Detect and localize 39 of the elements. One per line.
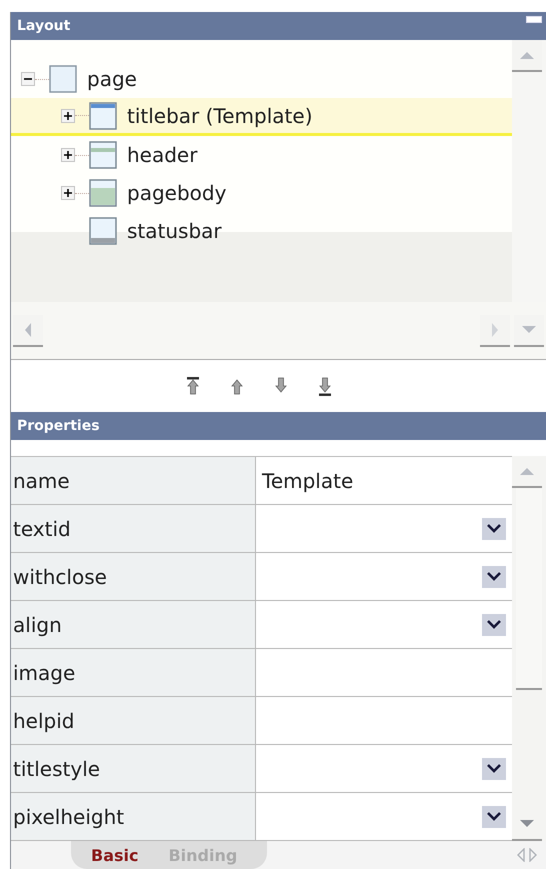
caret-icon <box>482 518 506 540</box>
tree-item[interactable]: pagebody <box>127 181 226 205</box>
move-bottom-icon[interactable] <box>318 376 332 396</box>
move-up-icon[interactable] <box>230 376 244 396</box>
property-name: image <box>11 649 256 697</box>
property-name: align <box>11 601 256 649</box>
window-icon <box>89 217 117 245</box>
window-icon <box>89 141 117 169</box>
caret-icon <box>482 614 506 636</box>
property-name: helpid <box>11 697 256 745</box>
move-down-icon[interactable] <box>274 376 288 396</box>
horizontal-scrollbar[interactable] <box>11 302 512 360</box>
property-name: name <box>11 457 256 505</box>
property-name: pixelheight <box>11 793 256 841</box>
caret-icon <box>482 566 506 588</box>
caret-icon <box>482 758 506 780</box>
vertical-scrollbar[interactable] <box>512 40 546 302</box>
vertical-scrollbar[interactable] <box>512 456 546 841</box>
expand-icon[interactable] <box>61 148 75 162</box>
tree-item[interactable]: page <box>87 67 137 91</box>
panel-title: Layout <box>17 18 70 34</box>
expand-icon[interactable] <box>61 186 75 200</box>
property-name: withclose <box>11 553 256 601</box>
expand-icon[interactable] <box>61 108 75 122</box>
collapse-icon[interactable] <box>21 72 35 86</box>
tree-item[interactable]: statusbar <box>127 219 222 243</box>
property-name: titlestyle <box>11 745 256 793</box>
page-icon <box>49 65 77 93</box>
move-top-icon[interactable] <box>186 376 200 396</box>
tab-scroll-icon[interactable] <box>516 848 538 862</box>
tree-item[interactable]: header <box>127 143 198 167</box>
tab[interactable]: Basic <box>91 846 138 864</box>
panel-title: Properties <box>17 418 100 434</box>
window-icon <box>89 179 117 207</box>
caret-icon <box>482 806 506 828</box>
window-icon <box>89 102 117 130</box>
minimize-icon[interactable] <box>526 16 542 23</box>
property-name: textid <box>11 505 256 553</box>
scroll-thumb[interactable] <box>516 488 542 690</box>
